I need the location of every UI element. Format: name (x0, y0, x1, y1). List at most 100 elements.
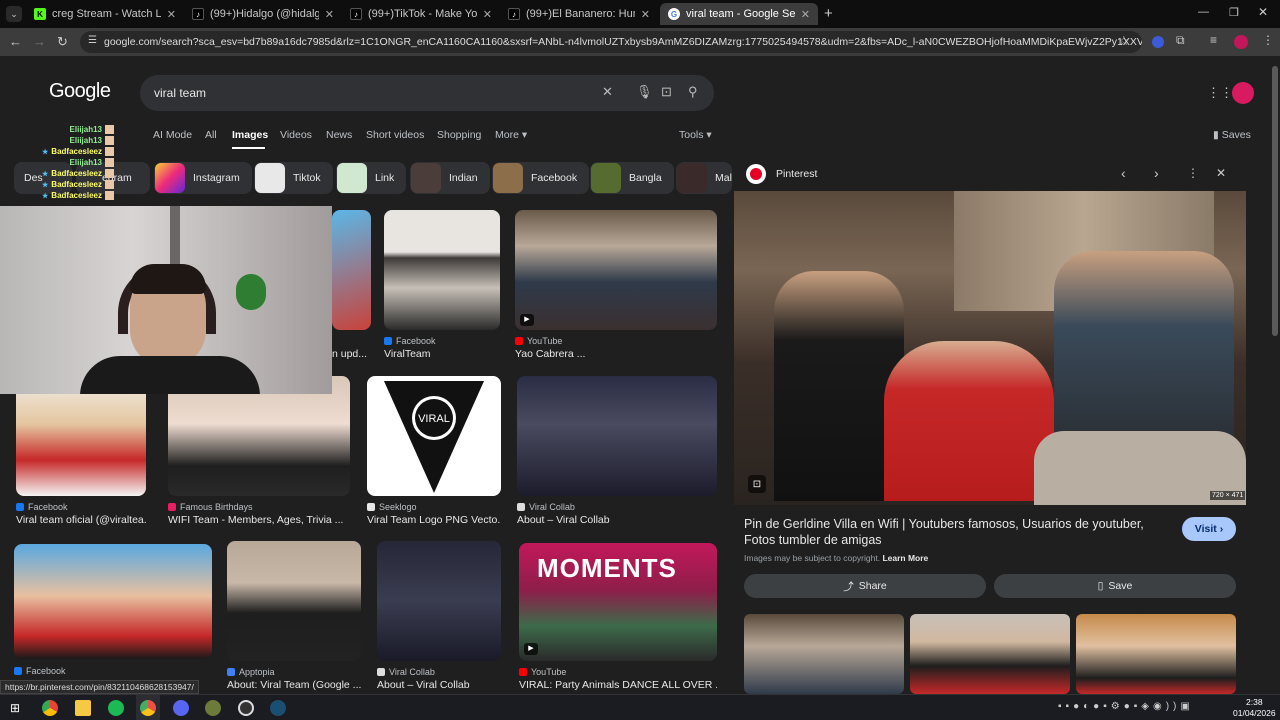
panel-source[interactable]: Pinterest (776, 168, 817, 180)
image-result[interactable]: Famous Birthdays WIFI Team - Members, Ag… (168, 376, 350, 526)
filter-chip-instagram[interactable]: Instagram (154, 162, 252, 194)
result-image[interactable] (332, 210, 371, 330)
saves-button[interactable]: ▮ Saves (1213, 129, 1251, 141)
result-image[interactable] (14, 544, 212, 659)
result-image[interactable] (515, 210, 717, 330)
result-image[interactable]: MOMENTS (519, 543, 717, 661)
tab-images[interactable]: Images (232, 129, 268, 141)
next-icon[interactable]: › (1154, 165, 1159, 181)
learn-more-link[interactable]: Learn More (882, 553, 928, 563)
obs-icon[interactable] (238, 700, 254, 716)
extensions-puzzle-icon[interactable]: ⧉ (1176, 33, 1185, 48)
result-caption[interactable]: WIFI Team - Members, Ages, Trivia ... (168, 514, 350, 526)
bookmark-star-icon[interactable]: ☆ (1118, 33, 1130, 49)
app-icon[interactable] (205, 700, 221, 716)
result-caption[interactable]: VIRAL: Party Animals DANCE ALL OVER ... (519, 679, 717, 691)
scrollbar[interactable] (1272, 66, 1278, 336)
result-image[interactable] (227, 541, 361, 661)
result-caption[interactable]: ViralTeam (384, 348, 431, 360)
close-tab-icon[interactable]: ✕ (801, 8, 810, 21)
tab-more[interactable]: More ▾ (495, 129, 527, 141)
back-icon[interactable]: ← (9, 34, 22, 49)
browser-tab-active[interactable]: G viral team - Google Search✕ (660, 3, 818, 25)
close-panel-icon[interactable]: ✕ (1216, 166, 1226, 180)
result-caption[interactable]: Yao Cabrera ... (515, 348, 585, 360)
browser-tab[interactable]: K creg Stream - Watch Live on K✕ (26, 3, 184, 25)
result-image[interactable] (377, 541, 501, 661)
chrome-icon[interactable] (42, 700, 58, 716)
share-button[interactable]: ⤴ Share (744, 574, 986, 598)
more-options-icon[interactable]: ⋮ (1187, 166, 1199, 180)
browser-tab[interactable]: ♪ (99+)TikTok - Make Your Day✕ (342, 3, 500, 25)
result-caption[interactable]: Viral Team Logo PNG Vecto... (367, 514, 501, 526)
tab-shopping[interactable]: Shopping (437, 129, 481, 141)
reload-icon[interactable]: ↻ (57, 34, 68, 50)
discord-icon[interactable] (173, 700, 189, 716)
system-tray-icons[interactable]: ▪▪●◐●▪⚙●▪◈◉))▣ (1058, 701, 1194, 712)
close-tab-icon[interactable]: ✕ (325, 8, 334, 21)
image-result[interactable]: Apptopia About: Viral Team (Google ... (227, 541, 361, 691)
spotify-icon[interactable] (108, 700, 124, 716)
image-result[interactable]: n upd... (332, 210, 372, 360)
preview-image[interactable]: ⊡ 720 × 471 (734, 191, 1246, 505)
media-control-icon[interactable]: ≡ (1210, 33, 1217, 47)
tab-videos[interactable]: Videos (280, 129, 312, 141)
result-caption[interactable]: About – Viral Collab (517, 514, 610, 526)
result-caption[interactable]: About – Viral Collab (377, 679, 501, 691)
search-icon[interactable]: ⚲ (688, 84, 698, 100)
result-image[interactable] (168, 376, 350, 496)
filter-chip-indian[interactable]: Indian (410, 162, 490, 194)
visit-button[interactable]: Visit › (1182, 517, 1236, 541)
tab-ai-mode[interactable]: AI Mode (153, 129, 192, 141)
account-avatar[interactable] (1232, 82, 1254, 104)
windows-start-icon[interactable]: ⊞ (10, 701, 20, 715)
site-info-icon[interactable]: ☰ (88, 35, 97, 46)
close-tab-icon[interactable]: ✕ (483, 8, 492, 21)
close-tab-icon[interactable]: ✕ (641, 8, 650, 21)
filter-chip-tiktok[interactable]: Tiktok (254, 162, 333, 194)
forward-icon[interactable]: → (33, 34, 46, 49)
tab-search-icon[interactable]: ⌄ (6, 6, 22, 22)
close-window-icon[interactable]: ✕ (1258, 5, 1268, 19)
tab-all[interactable]: All (205, 129, 217, 141)
tab-news[interactable]: News (326, 129, 352, 141)
clear-icon[interactable]: ✕ (602, 84, 613, 100)
image-result[interactable]: VIRAL Seeklogo Viral Team Logo PNG Vecto… (367, 376, 501, 526)
result-caption[interactable]: Viral team oficial (@viraltea... (16, 514, 146, 526)
filter-chip-bangla[interactable]: Bangla (590, 162, 674, 194)
extension-icon[interactable] (1152, 36, 1164, 48)
tools-button[interactable]: Tools ▾ (679, 129, 712, 141)
steam-icon[interactable] (270, 700, 286, 716)
save-button[interactable]: ▯ Save (994, 574, 1236, 598)
filter-chip-mala[interactable]: Mala (676, 162, 732, 194)
new-tab-icon[interactable]: + (824, 5, 833, 22)
clock-date[interactable]: 01/04/2026 (1233, 708, 1276, 718)
browser-tab[interactable]: ♪ (99+)Hidalgo (@hidalgo.dp) | T✕ (184, 3, 342, 25)
close-tab-icon[interactable]: ✕ (167, 8, 176, 21)
lens-icon[interactable]: ⊡ (661, 84, 672, 100)
file-explorer-icon[interactable] (75, 700, 91, 716)
result-image[interactable] (384, 210, 500, 330)
result-caption[interactable]: n upd... (332, 348, 367, 360)
related-image[interactable] (1076, 614, 1236, 694)
related-image[interactable] (744, 614, 904, 694)
image-result[interactable]: Facebook ViralTeam (384, 210, 500, 360)
image-result[interactable]: Facebook (14, 544, 212, 694)
previous-icon[interactable]: ‹ (1121, 165, 1126, 181)
filter-chip-facebook[interactable]: Facebook (492, 162, 590, 194)
filter-chip-link[interactable]: Link (336, 162, 407, 194)
result-caption[interactable]: About: Viral Team (Google ... (227, 679, 361, 691)
address-bar[interactable]: ☰ google.com/search?sca_esv=bd7b89a16dc7… (80, 31, 1142, 53)
result-image[interactable] (517, 376, 717, 496)
search-input[interactable]: viral team (140, 75, 714, 111)
restore-icon[interactable]: ❐ (1229, 6, 1239, 19)
image-result[interactable]: Viral Collab About – Viral Collab (517, 376, 717, 526)
image-result[interactable]: Facebook Viral team oficial (@viraltea..… (16, 376, 146, 526)
profile-avatar[interactable] (1234, 35, 1248, 49)
microphone-icon[interactable]: 🎙 (636, 84, 653, 100)
image-result[interactable]: MOMENTS ▶ YouTube VIRAL: Party Animals D… (519, 543, 717, 693)
lens-search-icon[interactable]: ⊡ (748, 475, 766, 493)
tab-short-videos[interactable]: Short videos (366, 129, 424, 141)
panel-title[interactable]: Pin de Gerldine Villa en Wifi | Youtuber… (744, 516, 1174, 548)
minimize-icon[interactable]: — (1198, 6, 1209, 18)
